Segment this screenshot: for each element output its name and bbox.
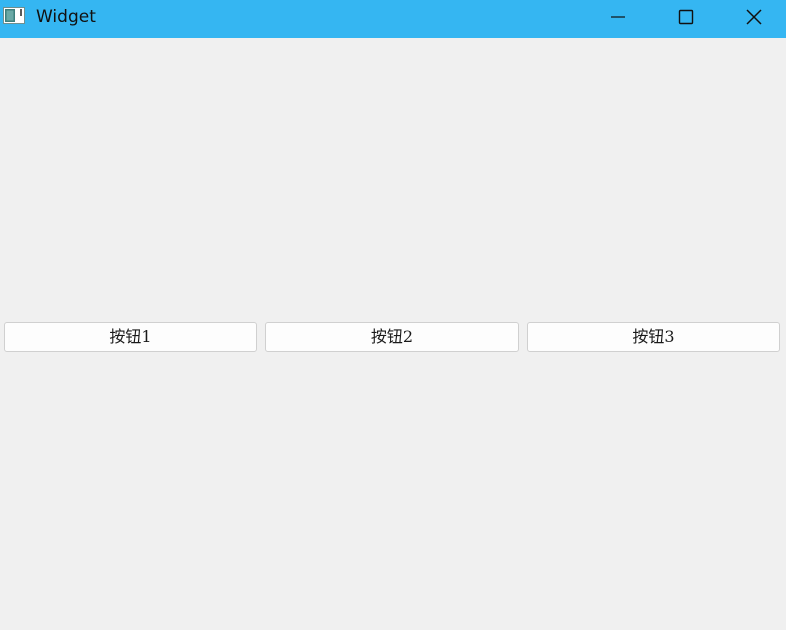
button-2[interactable]: 按钮2 bbox=[265, 322, 519, 352]
minimize-button[interactable] bbox=[586, 0, 650, 33]
title-bar[interactable]: Widget bbox=[0, 0, 786, 38]
main-window: Widget 按钮1 按钮2 按钮3 bbox=[0, 0, 786, 630]
maximize-button[interactable] bbox=[654, 0, 718, 33]
client-area: 按钮1 按钮2 按钮3 bbox=[0, 38, 786, 630]
button-1[interactable]: 按钮1 bbox=[4, 322, 257, 352]
button-3[interactable]: 按钮3 bbox=[527, 322, 780, 352]
close-button[interactable] bbox=[722, 0, 786, 33]
close-icon bbox=[746, 8, 762, 25]
app-window-icon bbox=[3, 7, 25, 24]
maximize-icon bbox=[678, 9, 694, 24]
window-title: Widget bbox=[36, 7, 96, 27]
minimize-icon bbox=[611, 15, 625, 18]
